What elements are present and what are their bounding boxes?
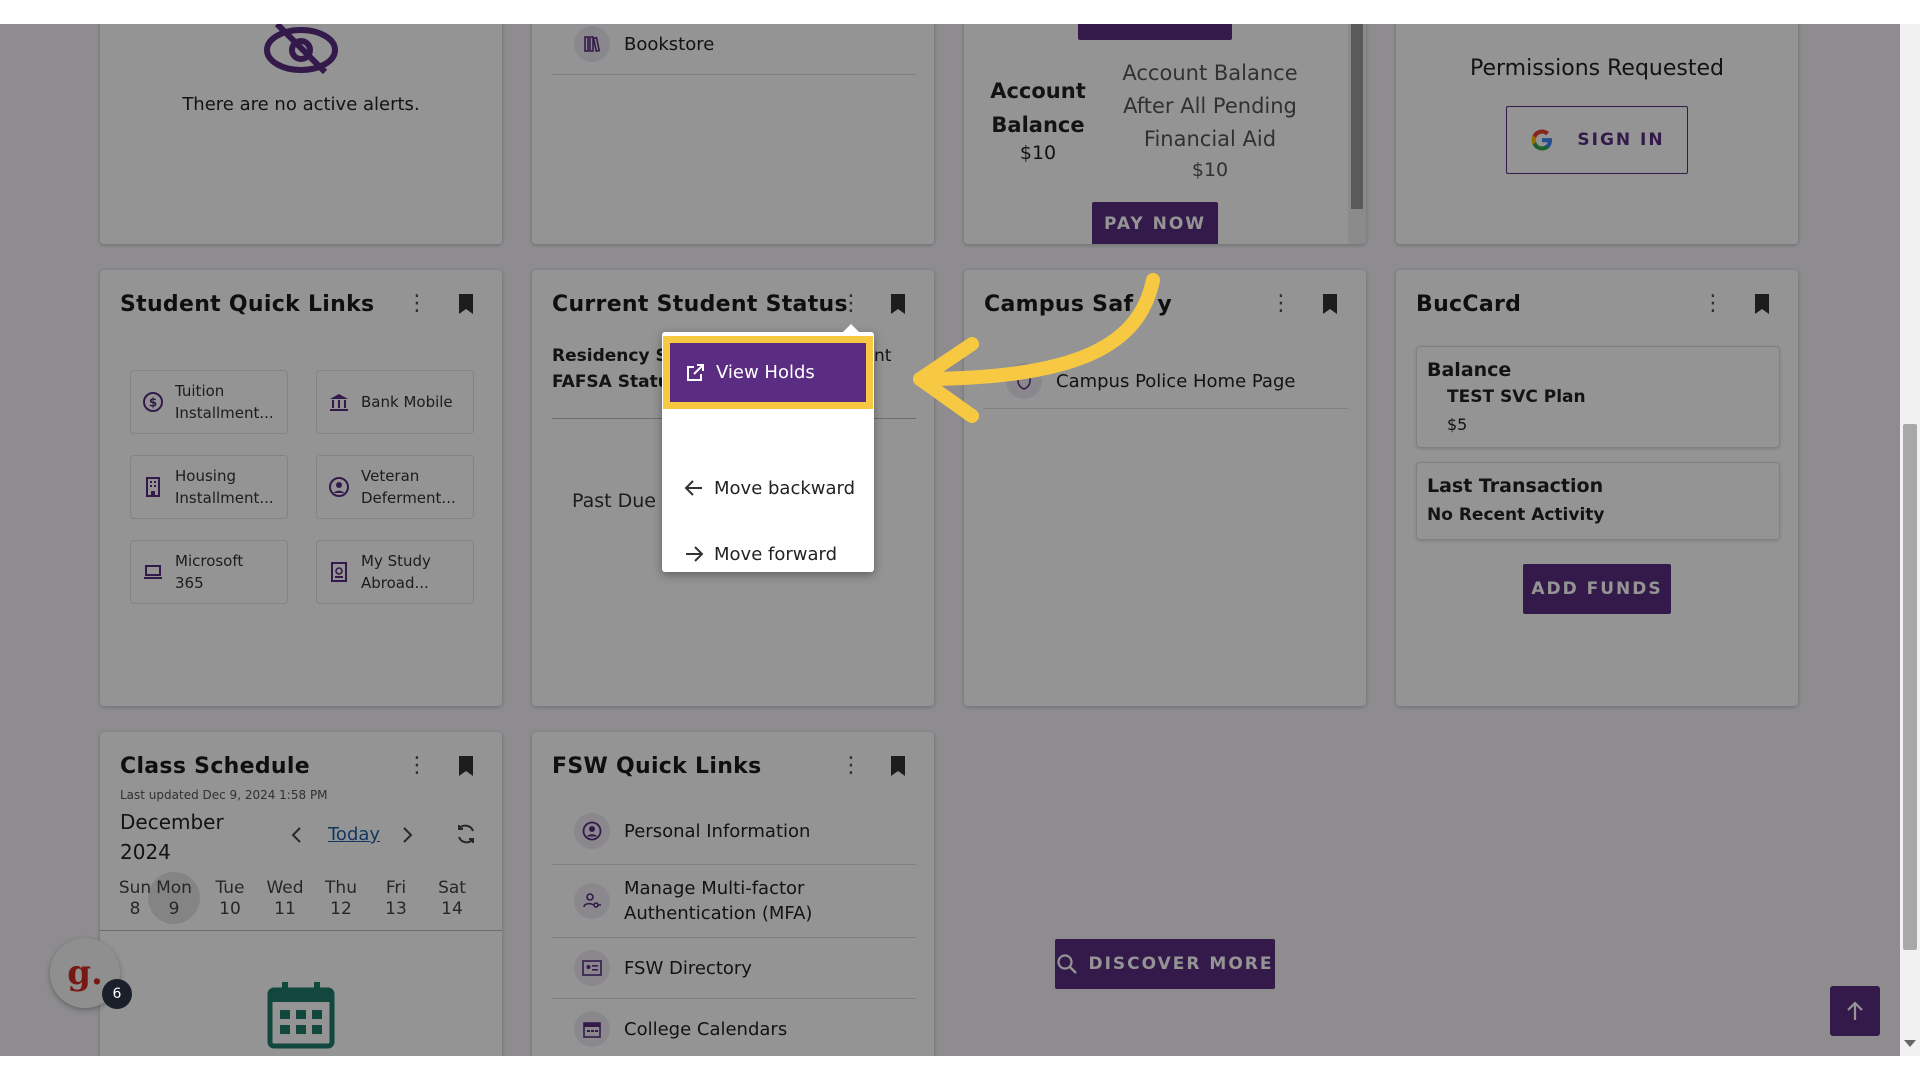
external-link-icon (684, 362, 706, 384)
move-backward-label: Move backward (714, 477, 856, 499)
view-holds-item[interactable]: View Holds (663, 336, 873, 409)
arrow-right-icon (684, 545, 714, 563)
arrow-left-icon (684, 479, 714, 497)
menu-pointer (842, 324, 860, 333)
guide-arrow-icon (913, 273, 1160, 423)
move-forward-label: Move forward (714, 543, 838, 565)
guide-badge: 6 (102, 979, 132, 1009)
dashboard-page: There are no active alerts. Bookstore Ac… (0, 24, 1920, 1056)
move-backward-item[interactable]: Move backward (670, 460, 866, 516)
page-scrollbar-thumb[interactable] (1903, 424, 1917, 950)
modal-overlay (0, 24, 1920, 1056)
move-forward-item[interactable]: Move forward (670, 526, 866, 582)
view-holds-label: View Holds (716, 362, 815, 383)
scroll-down-arrow-icon[interactable] (1904, 1040, 1916, 1047)
